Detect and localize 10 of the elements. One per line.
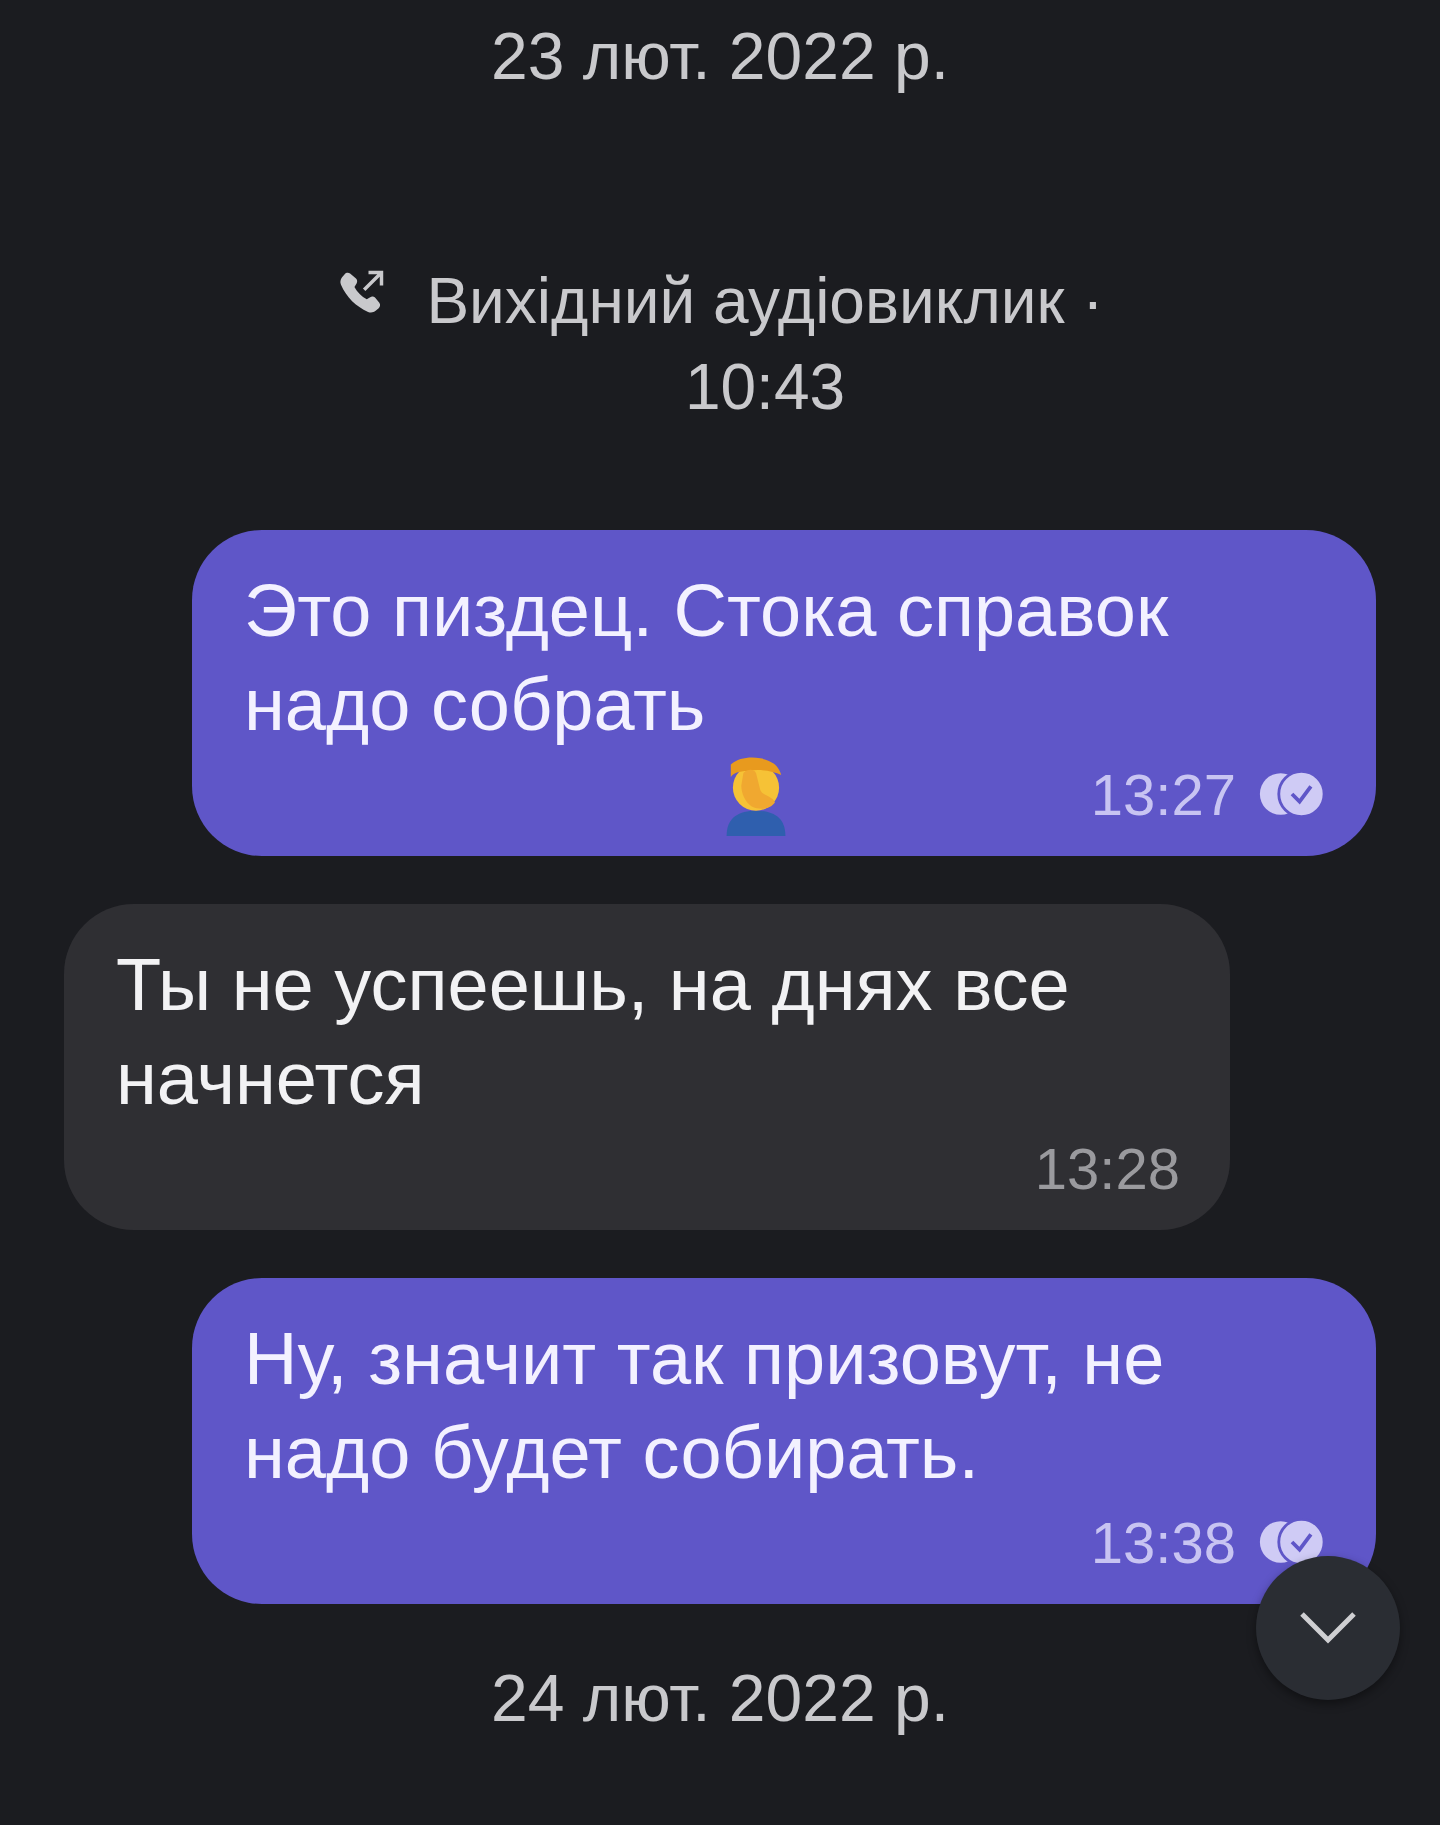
message-time: 13:38 <box>1090 1508 1236 1576</box>
message-time: 13:27 <box>1090 760 1236 828</box>
message-text: Ты не успеешь, на днях все начнется <box>116 942 1071 1122</box>
call-time: 10:43 <box>684 350 846 425</box>
date-separator: 24 лют. 2022 р. <box>490 1660 950 1736</box>
call-label: Вихідний аудіовиклик · <box>426 264 1104 339</box>
message-time: 13:28 <box>1034 1134 1180 1202</box>
message-text: Это пиздец. Стока справок надо собрать <box>244 568 1170 748</box>
date-separator: 23 лют. 2022 р. <box>489 18 951 95</box>
message-text: Ну, значит так призовут, не надо будет собирать. <box>244 1316 1166 1496</box>
